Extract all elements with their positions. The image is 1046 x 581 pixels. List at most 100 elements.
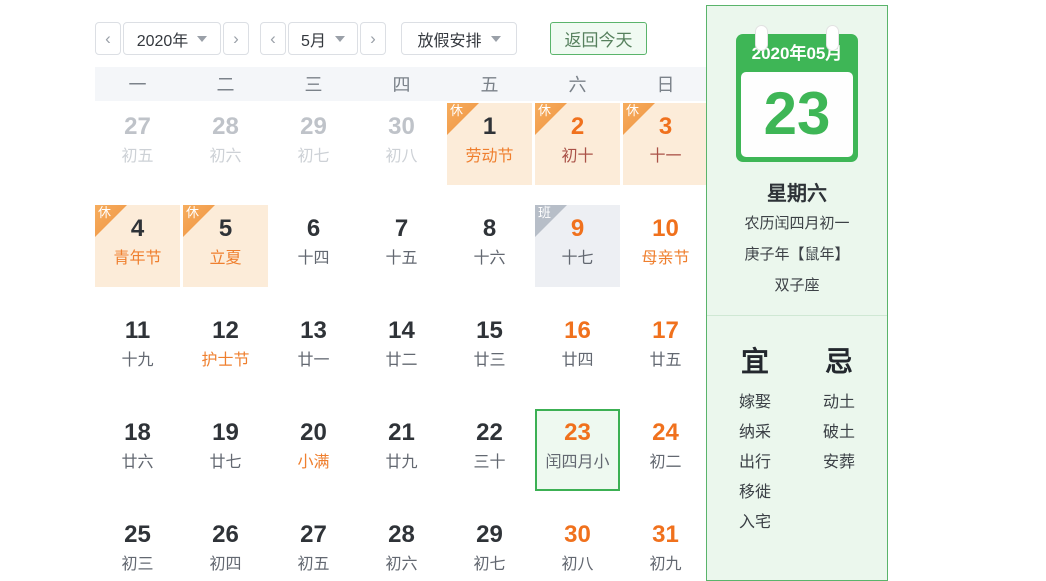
day-cell[interactable]: 19 廿七 bbox=[183, 409, 268, 491]
day-lunar-label: 闰四月小 bbox=[537, 451, 618, 475]
day-cell[interactable]: 27 初五 bbox=[95, 103, 180, 185]
day-lunar-label: 廿九 bbox=[359, 451, 444, 475]
day-cell[interactable]: 25 初三 bbox=[95, 511, 180, 581]
chevron-left-icon: ‹ bbox=[105, 29, 111, 49]
day-cell[interactable]: 14 廿二 bbox=[359, 307, 444, 389]
day-cell[interactable]: 13 廿一 bbox=[271, 307, 356, 389]
back-to-today-button[interactable]: 返回今天 bbox=[550, 22, 647, 55]
day-cell[interactable]: 17 廿五 bbox=[623, 307, 708, 389]
day-number: 14 bbox=[359, 317, 444, 345]
day-lunar-label: 十七 bbox=[535, 247, 620, 271]
day-number: 12 bbox=[183, 317, 268, 345]
day-detail-panel: 2020年05月 23 星期六 农历闰四月初一 庚子年【鼠年】 双子座 宜 嫁娶… bbox=[706, 5, 888, 581]
day-number: 30 bbox=[359, 113, 444, 141]
year-selector: ‹ 2020年 › bbox=[95, 22, 249, 55]
almanac-item: 出行 bbox=[720, 448, 790, 478]
day-cell[interactable]: 休 2 初十 bbox=[535, 103, 620, 185]
year-dropdown[interactable]: 2020年 bbox=[123, 22, 221, 55]
day-cell[interactable]: 12 护士节 bbox=[183, 307, 268, 389]
day-number: 8 bbox=[447, 215, 532, 243]
day-cell[interactable]: 16 廿四 bbox=[535, 307, 620, 389]
day-number: 13 bbox=[271, 317, 356, 345]
almanac-item: 安葬 bbox=[804, 448, 874, 478]
day-lunar-label: 初四 bbox=[183, 553, 268, 577]
holiday-schedule-label: 放假安排 bbox=[417, 27, 481, 51]
day-lunar-label: 母亲节 bbox=[623, 247, 708, 271]
weekday-header: 一 bbox=[95, 71, 180, 97]
day-cell[interactable]: 休 1 劳动节 bbox=[447, 103, 532, 185]
date-page-icon: 2020年05月 23 bbox=[736, 34, 858, 162]
day-cell[interactable]: 20 小满 bbox=[271, 409, 356, 491]
day-cell[interactable]: 10 母亲节 bbox=[623, 205, 708, 287]
almanac-item: 入宅 bbox=[720, 508, 790, 538]
day-number: 21 bbox=[359, 419, 444, 447]
day-lunar-label: 初五 bbox=[271, 553, 356, 577]
month-dropdown[interactable]: 5月 bbox=[288, 22, 358, 55]
day-lunar-label: 廿七 bbox=[183, 451, 268, 475]
day-number: 27 bbox=[271, 521, 356, 549]
day-number: 7 bbox=[359, 215, 444, 243]
day-cell[interactable]: 27 初五 bbox=[271, 511, 356, 581]
binder-ring-icon bbox=[755, 25, 768, 51]
day-cell[interactable]: 23 闰四月小 bbox=[535, 409, 620, 491]
day-cell[interactable]: 休 5 立夏 bbox=[183, 205, 268, 287]
day-cell[interactable]: 18 廿六 bbox=[95, 409, 180, 491]
day-cell[interactable]: 休 3 十一 bbox=[623, 103, 708, 185]
day-lunar-label: 劳动节 bbox=[447, 145, 532, 169]
chevron-left-icon: ‹ bbox=[270, 29, 276, 49]
day-number: 27 bbox=[95, 113, 180, 141]
year-dropdown-label: 2020年 bbox=[137, 27, 189, 51]
month-dropdown-label: 5月 bbox=[301, 27, 326, 51]
year-next-button[interactable]: › bbox=[223, 22, 249, 55]
day-cell[interactable]: 11 十九 bbox=[95, 307, 180, 389]
month-next-button[interactable]: › bbox=[360, 22, 386, 55]
day-lunar-label: 十五 bbox=[359, 247, 444, 271]
day-lunar-label: 青年节 bbox=[95, 247, 180, 271]
almanac-item: 动土 bbox=[804, 388, 874, 418]
holiday-schedule-dropdown[interactable]: 放假安排 bbox=[401, 22, 517, 55]
month-selector: ‹ 5月 › bbox=[260, 22, 386, 55]
day-cell[interactable]: 7 十五 bbox=[359, 205, 444, 287]
month-prev-button[interactable]: ‹ bbox=[260, 22, 286, 55]
day-lunar-label: 廿一 bbox=[271, 349, 356, 373]
day-cell[interactable]: 22 三十 bbox=[447, 409, 532, 491]
day-lunar-label: 初七 bbox=[447, 553, 532, 577]
weekday-header: 二 bbox=[183, 71, 268, 97]
panel-divider bbox=[707, 315, 887, 316]
day-cell[interactable]: 28 初六 bbox=[183, 103, 268, 185]
ganzhi-year-line: 庚子年【鼠年】 bbox=[707, 242, 887, 268]
chevron-right-icon: › bbox=[233, 29, 239, 49]
lunar-date-line: 农历闰四月初一 bbox=[707, 211, 887, 237]
year-prev-button[interactable]: ‹ bbox=[95, 22, 121, 55]
day-number: 24 bbox=[623, 419, 708, 447]
yi-column: 宜 嫁娶纳采出行移徙入宅 bbox=[720, 340, 790, 538]
day-cell[interactable]: 30 初八 bbox=[535, 511, 620, 581]
weekday-header: 日 bbox=[623, 71, 708, 97]
toolbar: ‹ 2020年 › ‹ 5月 › bbox=[95, 22, 708, 55]
day-cell[interactable]: 29 初七 bbox=[447, 511, 532, 581]
calendar-grid: 27 初五 28 初六 29 初七 30 初八 休 1 劳动节 休 2 初十 休… bbox=[95, 103, 708, 581]
day-lunar-label: 初五 bbox=[95, 145, 180, 169]
day-cell[interactable]: 28 初六 bbox=[359, 511, 444, 581]
calendar-main: ‹ 2020年 › ‹ 5月 › bbox=[95, 0, 708, 581]
day-lunar-label: 廿二 bbox=[359, 349, 444, 373]
day-lunar-label: 十一 bbox=[623, 145, 708, 169]
day-cell[interactable]: 30 初八 bbox=[359, 103, 444, 185]
day-cell[interactable]: 29 初七 bbox=[271, 103, 356, 185]
day-cell[interactable]: 班 9 十七 bbox=[535, 205, 620, 287]
day-cell[interactable]: 休 4 青年节 bbox=[95, 205, 180, 287]
day-cell[interactable]: 24 初二 bbox=[623, 409, 708, 491]
day-lunar-label: 初十 bbox=[535, 145, 620, 169]
day-number: 6 bbox=[271, 215, 356, 243]
day-number: 17 bbox=[623, 317, 708, 345]
day-number: 29 bbox=[447, 521, 532, 549]
day-cell[interactable]: 31 初九 bbox=[623, 511, 708, 581]
day-cell[interactable]: 21 廿九 bbox=[359, 409, 444, 491]
day-cell[interactable]: 8 十六 bbox=[447, 205, 532, 287]
weekday-header: 四 bbox=[359, 71, 444, 97]
day-cell[interactable]: 26 初四 bbox=[183, 511, 268, 581]
day-cell[interactable]: 6 十四 bbox=[271, 205, 356, 287]
ji-title: 忌 bbox=[804, 340, 874, 380]
day-cell[interactable]: 15 廿三 bbox=[447, 307, 532, 389]
caret-down-icon bbox=[491, 36, 501, 42]
